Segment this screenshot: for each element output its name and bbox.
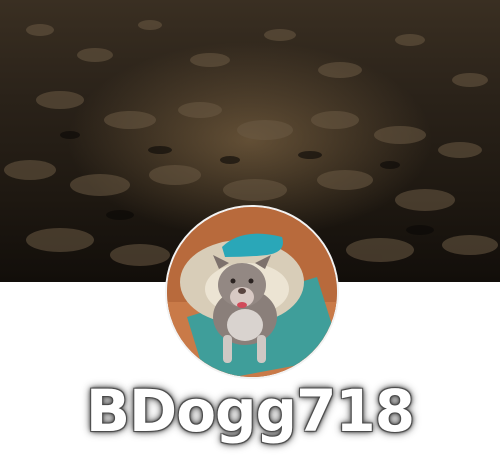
dog-photo-graphic (167, 207, 337, 377)
profile-username: BDogg718 (85, 377, 415, 445)
profile-avatar[interactable] (167, 207, 337, 377)
